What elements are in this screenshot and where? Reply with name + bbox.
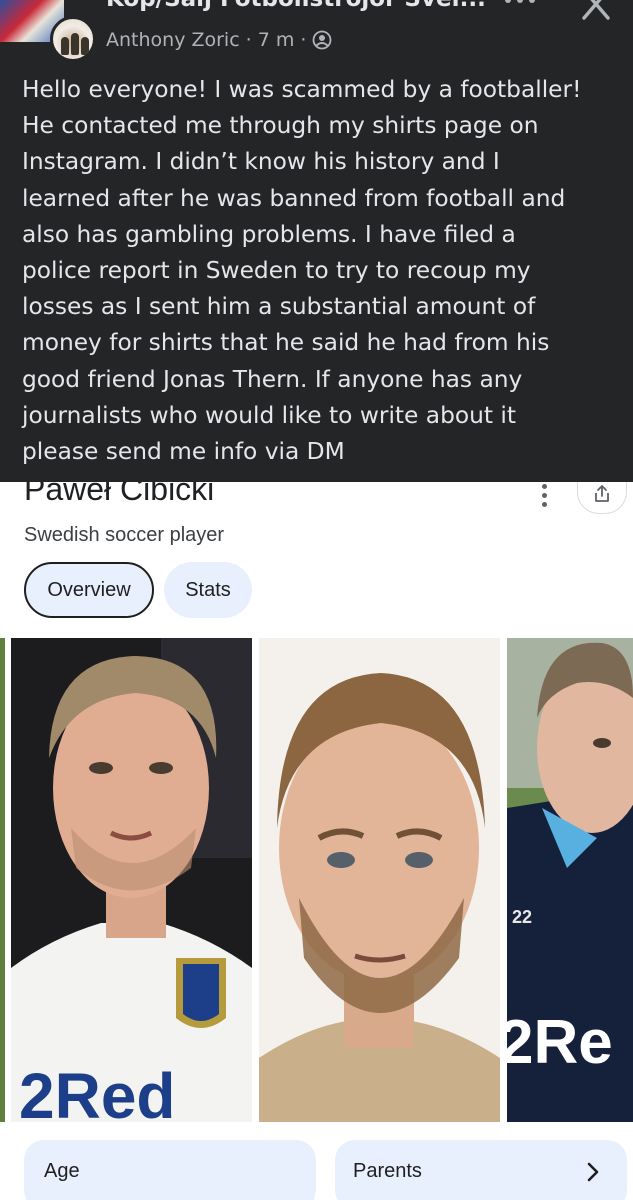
facebook-post: Köp/Sälj Fotbollströjor Sver... Anthony … [0, 0, 633, 482]
image-thumbnail[interactable] [259, 638, 500, 1122]
page-title: Paweł Cibicki [24, 482, 215, 507]
svg-text:22: 22 [512, 907, 532, 927]
post-text-line: Instagram. I didn’t know his history and… [22, 148, 500, 176]
image-thumbnail[interactable]: 22 2Re [507, 638, 633, 1122]
close-icon[interactable] [576, 0, 616, 22]
knowledge-panel: Paweł Cibicki Swedish soccer player Over… [0, 482, 633, 1200]
meta-separator: · [245, 29, 252, 51]
post-text-line: losses as I sent him a substantial amoun… [22, 293, 536, 321]
post-time[interactable]: 7 m [258, 29, 295, 51]
kebab-menu-icon[interactable] [535, 482, 553, 508]
age-label: Age [44, 1160, 80, 1182]
avatar[interactable] [50, 16, 96, 62]
image-thumbnail-partial[interactable] [0, 638, 5, 1122]
svg-text:2Re: 2Re [507, 1008, 613, 1077]
parents-card[interactable]: Parents [335, 1140, 627, 1200]
svg-text:2Red: 2Red [19, 1060, 176, 1122]
age-card[interactable]: Age [24, 1140, 316, 1200]
tab-stats[interactable]: Stats [164, 562, 252, 618]
post-meta: Anthony Zoric · 7 m · [106, 27, 332, 53]
post-text-line: money for shirts that he said he had fro… [22, 329, 550, 357]
post-text-line: please send me info via DM [22, 438, 345, 466]
entity-subtitle: Swedish soccer player [24, 524, 225, 546]
post-text-line: He contacted me through my shirts page o… [22, 112, 539, 140]
parents-label: Parents [353, 1160, 422, 1182]
post-text-line: Hello everyone! I was scammed by a footb… [22, 76, 582, 103]
group-title[interactable]: Köp/Sälj Fotbollströjor Sver... [106, 0, 506, 12]
post-text-line: learned after he was banned from footbal… [22, 184, 566, 212]
image-carousel[interactable]: 2Red 22 2Re [0, 638, 633, 1122]
post-text-line: police report in Sweden to try to recoup… [22, 257, 531, 285]
image-thumbnail[interactable]: 2Red [11, 638, 252, 1122]
meta-separator: · [300, 29, 307, 51]
post-text: Hello everyone! I was scammed by a footb… [22, 72, 622, 470]
post-text-line: good friend Jonas Thern. If anyone has a… [22, 365, 523, 393]
post-text-line: journalists who would like to write abou… [22, 401, 517, 429]
more-icon[interactable] [500, 0, 540, 8]
chevron-right-icon [587, 1162, 599, 1182]
share-icon [595, 484, 609, 502]
post-text-line: also has gambling problems. I have filed… [22, 220, 516, 248]
share-button[interactable] [577, 482, 627, 514]
author-name[interactable]: Anthony Zoric [106, 29, 240, 51]
globe-icon [313, 30, 332, 50]
tab-overview[interactable]: Overview [24, 562, 154, 618]
